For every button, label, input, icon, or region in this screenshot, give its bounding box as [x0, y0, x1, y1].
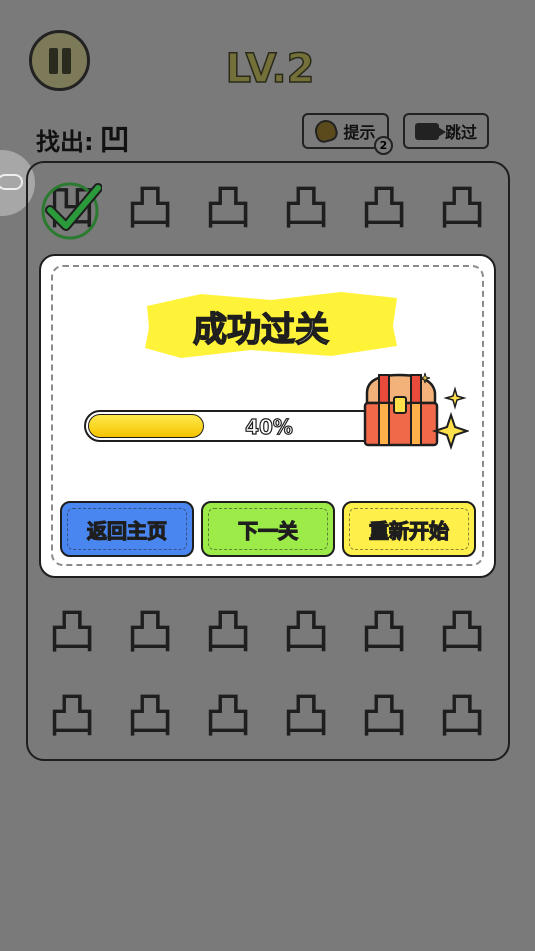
target-glyph: 凹	[99, 123, 130, 158]
board-cell[interactable]: 凸	[434, 180, 490, 236]
return-home-button[interactable]: 返回主页	[60, 501, 194, 557]
board-cell[interactable]: 凸	[122, 180, 178, 236]
board-cell[interactable]: 凸	[356, 180, 412, 236]
checkmark-icon	[41, 182, 102, 240]
board-cell[interactable]: 凸	[278, 688, 334, 744]
board-cell[interactable]: 凸	[200, 688, 256, 744]
treasure-chest-icon[interactable]	[359, 369, 469, 459]
board-cell[interactable]: 凸	[200, 604, 256, 660]
progress-bar	[84, 410, 384, 442]
pause-button[interactable]	[29, 30, 90, 91]
progress-percent: 40%	[244, 414, 293, 439]
find-target-label: 找出: 凹	[36, 115, 130, 159]
gamepad-icon	[0, 174, 23, 190]
level-complete-dialog: 成功过关 40% 返回主页 下一关 重新开始	[39, 254, 496, 578]
board-cell[interactable]: 凸	[278, 180, 334, 236]
board-cell[interactable]: 凸	[356, 604, 412, 660]
next-level-button[interactable]: 下一关	[201, 501, 335, 557]
board-cell[interactable]: 凸	[356, 688, 412, 744]
level-title: LV.2	[225, 45, 315, 93]
hint-label: 提示	[343, 123, 376, 142]
board-cell[interactable]: 凸	[44, 688, 100, 744]
bell-icon	[313, 117, 340, 145]
board-cell[interactable]: 凸	[122, 688, 178, 744]
board-cell[interactable]: 凸	[122, 604, 178, 660]
board-cell[interactable]: 凸	[434, 604, 490, 660]
restart-button[interactable]: 重新开始	[342, 501, 476, 557]
board-cell[interactable]: 凸	[434, 688, 490, 744]
board-cell[interactable]: 凸	[278, 604, 334, 660]
hint-count-badge: 2	[374, 136, 393, 155]
pause-icon	[49, 48, 58, 74]
board-cell[interactable]: 凸	[200, 180, 256, 236]
progress-fill	[88, 414, 204, 438]
find-label: 找出:	[36, 128, 94, 156]
skip-label: 跳过	[444, 123, 477, 142]
video-camera-icon	[414, 122, 446, 140]
skip-button[interactable]: 跳过	[403, 113, 489, 149]
dialog-title: 成功过关	[192, 309, 330, 351]
board-cell[interactable]: 凸	[44, 604, 100, 660]
